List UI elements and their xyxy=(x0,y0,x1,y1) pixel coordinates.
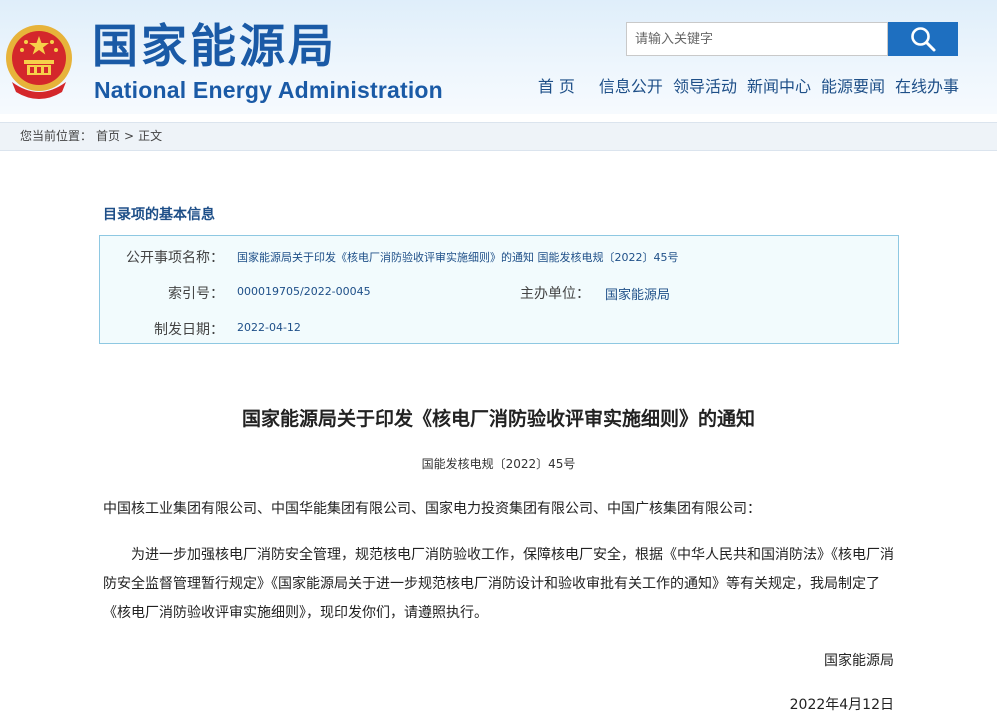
breadcrumb-prefix: 您当前位置： xyxy=(20,129,93,143)
search-input[interactable] xyxy=(626,22,888,56)
body-paragraph: 为进一步加强核电厂消防安全管理，规范核电厂消防验收工作，保障核电厂安全，根据《中… xyxy=(103,547,894,621)
name-label: 公开事项名称： xyxy=(126,250,224,266)
issue-date: 2022年4月12日 xyxy=(789,697,894,713)
site-header: 国家能源局 National Energy Administration 首 页… xyxy=(0,0,997,114)
main-nav: 首 页 信息公开 领导活动 新闻中心 能源要闻 在线办事 xyxy=(538,76,959,98)
article-title: 国家能源局关于印发《核电厂消防验收评审实施细则》的通知 xyxy=(241,408,755,430)
signature: 国家能源局 xyxy=(824,653,894,669)
search-button[interactable] xyxy=(888,22,958,56)
logo-english: National Energy Administration xyxy=(94,77,443,103)
document-number: 国能发核电规〔2022〕45号 xyxy=(421,457,576,471)
recipients-paragraph: 中国核工业集团有限公司、中国华能集团有限公司、国家电力投资集团有限公司、中国广核… xyxy=(103,501,761,517)
nav-information-disclosure[interactable]: 信息公开 xyxy=(599,76,663,98)
index-value: 000019705/2022-00045 xyxy=(237,285,371,298)
index-label: 索引号： xyxy=(168,286,224,302)
date-label: 制发日期： xyxy=(154,322,224,338)
breadcrumb-home-link[interactable]: 首页 xyxy=(96,123,120,150)
name-value: 国家能源局关于印发《核电厂消防验收评审实施细则》的通知 国能发核电规〔2022〕… xyxy=(237,251,679,264)
nav-leadership-activities[interactable]: 领导活动 xyxy=(673,76,737,98)
nav-home[interactable]: 首 页 xyxy=(538,76,575,98)
info-section-title: 目录项的基本信息 xyxy=(103,207,215,223)
date-value: 2022-04-12 xyxy=(237,321,301,334)
search-icon xyxy=(911,27,936,52)
breadcrumb-current: 正文 xyxy=(138,129,163,143)
nav-news-center[interactable]: 新闻中心 xyxy=(747,76,811,98)
org-value: 国家能源局 xyxy=(605,288,671,303)
org-label: 主办单位： xyxy=(520,286,590,302)
info-box: 公开事项名称： 国家能源局关于印发《核电厂消防验收评审实施细则》的通知 国能发核… xyxy=(99,235,899,344)
national-emblem-icon xyxy=(6,25,72,99)
nav-energy-news[interactable]: 能源要闻 xyxy=(821,76,885,98)
logo-chinese: 国家能源局 xyxy=(92,19,337,73)
nav-online-services[interactable]: 在线办事 xyxy=(895,76,959,98)
breadcrumb: 您当前位置： 首页 > 正文 xyxy=(0,122,997,151)
breadcrumb-separator: > xyxy=(124,129,135,143)
